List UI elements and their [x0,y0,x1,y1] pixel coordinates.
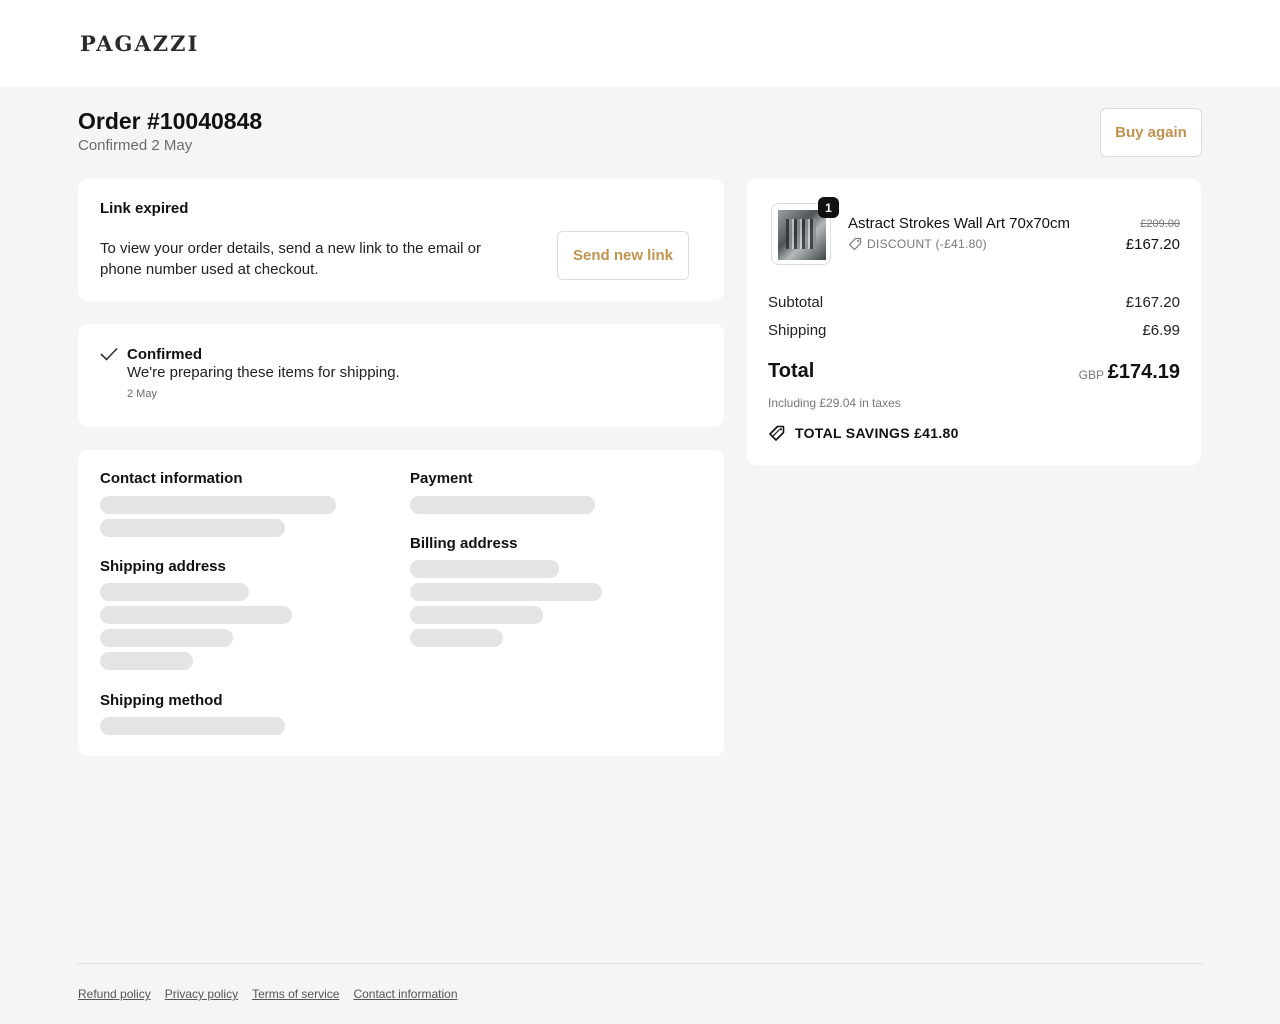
order-info-card: Contact information Shipping address Shi… [78,450,724,756]
quantity-badge: 1 [818,197,839,218]
top-bar: PAGAZZI [0,0,1280,87]
currency-code: GBP [1078,368,1104,382]
link-expired-text: To view your order details, send a new l… [100,240,482,278]
tax-note: Including £29.04 in taxes [768,396,901,410]
contact-information-link[interactable]: Contact information [353,987,457,1001]
status-text: We're preparing these items for shipping… [127,364,400,381]
send-new-link-button[interactable]: Send new link [557,231,689,280]
skeleton-line [410,496,595,514]
skeleton-line [100,496,336,514]
discount-label: DISCOUNT (-£41.80) [867,237,987,251]
subtotal-value: £167.20 [1125,294,1180,311]
terms-of-service-link[interactable]: Terms of service [252,987,339,1001]
total-label: Total [768,360,815,382]
skeleton-line [100,629,233,647]
tag-icon [848,237,862,251]
skeleton-line [410,629,503,647]
skeleton-line [410,583,602,601]
total-savings: TOTAL SAVINGS £41.80 [795,425,959,441]
link-expired-heading: Link expired [100,200,189,217]
product-name: Astract Strokes Wall Art 70x70cm [848,215,1071,232]
skeleton-line [410,560,559,578]
savings-tag-icon [769,425,785,441]
footer-links: Refund policy Privacy policy Terms of se… [78,987,458,1001]
shipping-value: £6.99 [1142,322,1180,339]
refund-policy-link[interactable]: Refund policy [78,987,151,1001]
item-price: £167.20 [1125,236,1180,253]
order-summary-card: 1 Astract Strokes Wall Art 70x70cm DISCO… [747,179,1201,465]
footer-divider [78,963,1202,964]
skeleton-line [100,606,292,624]
order-confirmed-date: Confirmed 2 May [78,137,193,154]
subtotal-label: Subtotal [768,294,824,311]
payment-heading: Payment [410,470,473,487]
page-title: Order #10040848 [78,108,263,134]
skeleton-line [100,652,193,670]
billing-address-heading: Billing address [410,535,518,552]
shipping-address-heading: Shipping address [100,558,226,575]
status-date: 2 May [127,388,157,400]
privacy-policy-link[interactable]: Privacy policy [165,987,238,1001]
shipping-method-heading: Shipping method [100,692,223,709]
store-logo[interactable]: PAGAZZI [80,31,199,56]
total-value: £174.19 [1107,361,1180,383]
skeleton-line [100,583,249,601]
contact-info-heading: Contact information [100,470,243,487]
check-icon [100,347,118,361]
buy-again-button[interactable]: Buy again [1100,108,1202,157]
link-expired-card: Link expired To view your order details,… [78,179,724,301]
shipping-label: Shipping [768,322,827,339]
skeleton-line [100,717,285,735]
order-status-card: Confirmed We're preparing these items fo… [78,324,724,427]
skeleton-line [100,519,285,537]
skeleton-line [410,606,543,624]
original-price: £209.00 [1140,218,1180,230]
product-image [778,210,826,260]
status-title: Confirmed [127,346,202,363]
